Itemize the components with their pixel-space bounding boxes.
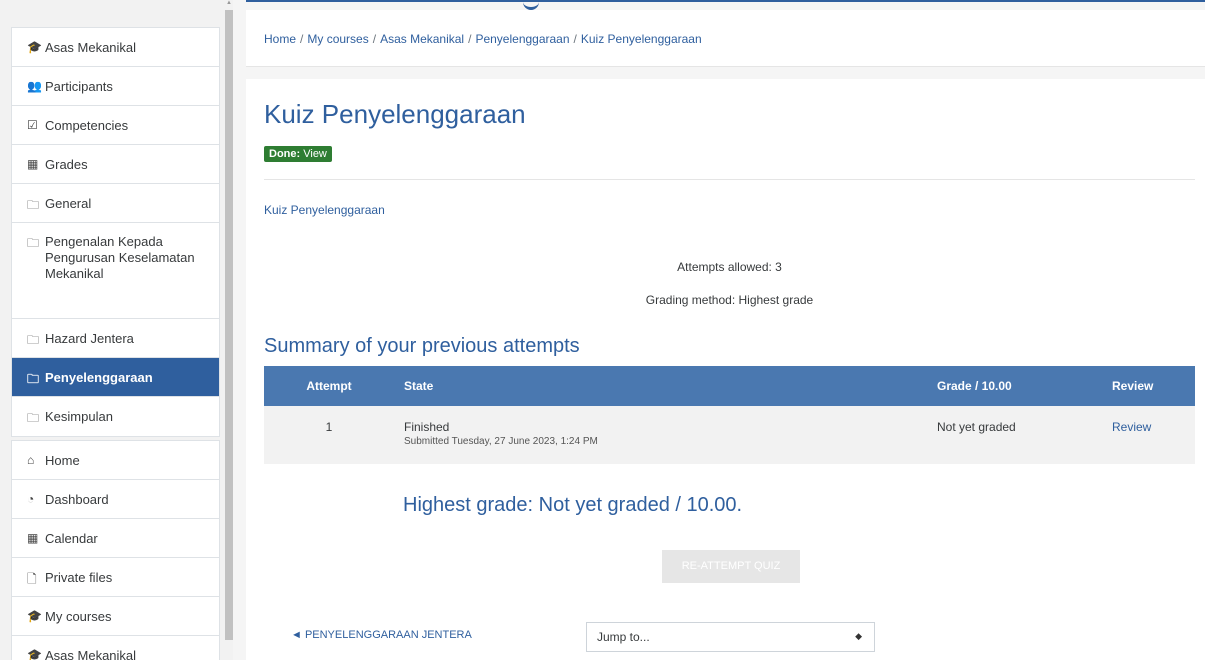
sidebar-item-asas-mekanikal[interactable]: 🎓 Asas Mekanikal	[12, 636, 219, 660]
calendar-icon: ▦	[27, 531, 39, 545]
highest-grade: Highest grade: Not yet graded / 10.00.	[403, 494, 743, 516]
sidebar-item-dashboard[interactable]: ◔ Dashboard	[12, 480, 219, 519]
sidebar-item-label: Calendar	[45, 531, 98, 546]
sidebar-item-kesimpulan[interactable]: 🗀 Kesimpulan	[12, 397, 219, 436]
graduation-cap-icon: 🎓	[27, 648, 42, 660]
sidebar-item-hazard-jentera[interactable]: 🗀 Hazard Jentera	[12, 319, 219, 358]
sidebar-item-label: Kesimpulan	[45, 409, 113, 424]
summary-heading: Summary of your previous attempts	[264, 335, 580, 357]
sidebar-item-label: Private files	[45, 570, 113, 585]
sidebar-item-calendar[interactable]: ▦ Calendar	[12, 519, 219, 558]
reattempt-quiz-button[interactable]: RE-ATTEMPT QUIZ	[662, 550, 800, 583]
sidebar-item-grades[interactable]: ▦ Grades	[12, 145, 219, 184]
breadcrumb-my-courses[interactable]: My courses	[307, 32, 368, 46]
attempt-state-cell: Finished Submitted Tuesday, 27 June 2023…	[394, 406, 927, 464]
attempt-submitted: Submitted Tuesday, 27 June 2023, 1:24 PM	[404, 436, 598, 447]
home-icon: ⌂	[27, 453, 35, 467]
sidebar-item-label: General	[45, 196, 92, 211]
sidebar-item-my-courses[interactable]: 🎓 My courses	[12, 597, 219, 636]
attempt-number: 1	[264, 406, 394, 464]
column-header-state: State	[394, 366, 927, 406]
sidebar-item-label: Home	[45, 453, 80, 468]
folder-icon: 🗀	[27, 411, 40, 425]
file-icon: 🗋	[27, 572, 37, 586]
sidebar-item-general[interactable]: 🗀 General	[12, 184, 219, 223]
breadcrumb-separator: /	[300, 32, 304, 46]
sidebar-item-participants[interactable]: 👥 Participants	[12, 67, 219, 106]
sidebar-item-label: Participants	[45, 79, 113, 94]
breadcrumb: Home / My courses / Asas Mekanikal / Penyeleng…	[264, 32, 702, 46]
completion-value: View	[303, 148, 327, 160]
sidebar-scrollbar[interactable]	[225, 10, 233, 640]
folder-icon: 🗀	[27, 198, 40, 212]
attempt-grade: Not yet graded	[927, 406, 1102, 464]
site-nav-group: ⌂ Home ◔ Dashboard ▦ Calendar 🗋 Private files 🎓 M…	[11, 440, 220, 660]
sidebar-item-label: Penyelenggaraan	[45, 370, 153, 385]
sidebar-item-label: Asas Mekanikal	[45, 648, 137, 660]
attempts-allowed: Attempts allowed: 3	[677, 260, 782, 274]
grading-method: Grading method: Highest grade	[645, 293, 814, 307]
folder-icon: 🗀	[27, 372, 40, 386]
course-nav-group: 🎓 Asas Mekanikal 👥 Participants ☑ Competencie…	[11, 27, 220, 437]
sidebar-item-label: Asas Mekanikal	[45, 40, 137, 55]
sidebar-item-competencies[interactable]: ☑ Competencies	[12, 106, 219, 145]
quiz-intro: Kuiz Penyelenggaraan	[264, 203, 385, 217]
breadcrumb-card: Home / My courses / Asas Mekanikal / Penyeleng…	[246, 10, 1205, 67]
page-title: Kuiz Penyelenggaraan	[264, 99, 526, 129]
breadcrumb-home[interactable]: Home	[264, 32, 296, 46]
table-row: 1 Finished Submitted Tuesday, 27 June 20…	[264, 406, 1195, 464]
sidebar-item-penyelenggaraan[interactable]: 🗀 Penyelenggaraan	[12, 358, 219, 397]
graduation-cap-icon: 🎓	[27, 40, 42, 54]
breadcrumb-separator: /	[573, 32, 577, 46]
attempts-table: Attempt State Grade / 10.00 Review 1 Fin…	[264, 366, 1195, 464]
sidebar-item-label: Pengenalan Kepada Pengurusan Keselamatan…	[45, 234, 195, 281]
check-square-icon: ☑	[27, 118, 38, 132]
sidebar-item-asas-mekanikal[interactable]: 🎓 Asas Mekanikal	[12, 28, 219, 67]
table-header-row: Attempt State Grade / 10.00 Review	[264, 366, 1195, 406]
breadcrumb-current[interactable]: Kuiz Penyelenggaraan	[581, 32, 702, 46]
dashboard-icon: ◔	[27, 492, 35, 506]
sidebar-item-label: Grades	[45, 157, 88, 172]
sidebar-nav: 🎓 Asas Mekanikal 👥 Participants ☑ Competencie…	[11, 0, 223, 660]
column-header-grade: Grade / 10.00	[927, 366, 1102, 406]
breadcrumb-separator: /	[372, 32, 377, 46]
folder-icon: 🗀	[27, 333, 40, 347]
sidebar-item-private-files[interactable]: 🗋 Private files	[12, 558, 219, 597]
sidebar-item-label: My courses	[45, 609, 112, 624]
main-content: Kuiz Penyelenggaraan Done: View Kuiz Pen…	[246, 79, 1205, 660]
completion-label: Done:	[269, 148, 301, 160]
sidebar-item-label: Competencies	[45, 118, 129, 133]
completion-badge: Done: View	[264, 146, 332, 162]
sidebar: 🎓 Asas Mekanikal 👥 Participants ☑ Competencie…	[0, 0, 233, 660]
header-stripe	[246, 0, 1205, 2]
review-cell: Review	[1102, 406, 1195, 464]
sidebar-item-label: Dashboard	[45, 492, 109, 507]
jump-to-value: Jump to...	[597, 630, 650, 644]
users-icon: 👥	[27, 79, 42, 93]
scroll-up-arrow-icon[interactable]: ▲	[226, 0, 232, 10]
folder-icon: 🗀	[27, 236, 40, 250]
breadcrumb-course[interactable]: Asas Mekanikal	[380, 32, 464, 46]
sidebar-item-label: Hazard Jentera	[45, 331, 134, 346]
sidebar-item-pengenalan-kepada-pengurusan-keselamatan-mekanikal[interactable]: 🗀 Pengenalan Kepada Pengurusan Keselamata…	[12, 223, 219, 319]
select-caret-icon: ◆	[855, 631, 862, 641]
breadcrumb-section[interactable]: Penyelenggaraan	[475, 32, 569, 46]
attempt-state: Finished	[404, 420, 450, 434]
divider	[264, 179, 1195, 180]
table-icon: ▦	[27, 157, 39, 171]
column-header-review: Review	[1102, 366, 1195, 406]
column-header-attempt: Attempt	[264, 366, 394, 406]
breadcrumb-separator: /	[468, 32, 472, 46]
sidebar-item-home[interactable]: ⌂ Home	[12, 441, 219, 480]
review-link[interactable]: Review	[1112, 420, 1151, 434]
graduation-cap-icon: 🎓	[27, 609, 42, 623]
header-glyph-fragment	[523, 0, 539, 10]
jump-to-select[interactable]: Jump to... ◆	[586, 622, 875, 652]
previous-activity-link[interactable]: ◄ PENYELENGGARAAN JENTERA	[291, 629, 472, 641]
